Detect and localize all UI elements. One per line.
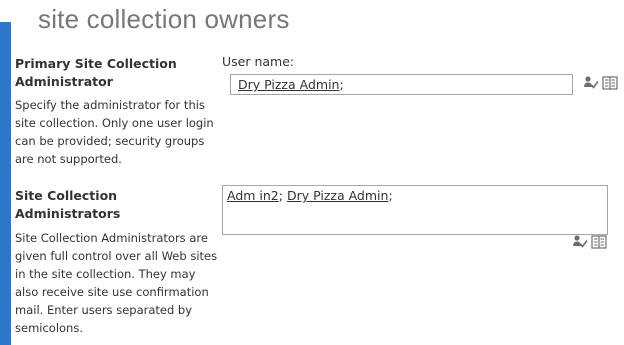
accent-bar-gap [0,0,11,22]
page-title: site collection owners [38,4,290,34]
user-name-label: User name: [222,54,295,69]
primary-admin-description: Specify the administrator for this site … [15,98,214,166]
primary-admin-title: Primary Site Collection Administrator [15,56,177,89]
entity-separator: ; [339,77,344,92]
check-names-icon[interactable] [572,234,588,250]
resolved-user[interactable]: Adm in2 [227,188,279,203]
site-collection-admins-people-picker[interactable]: Adm in2; Dry Pizza Admin; [222,185,608,235]
site-collection-admins-title: Site Collection Administrators [15,188,121,221]
entity-separator: ; [278,188,283,203]
check-names-icon[interactable] [583,75,599,91]
resolved-user[interactable]: Dry Pizza Admin [287,188,388,203]
address-book-icon[interactable] [602,75,618,91]
primary-admin-people-picker[interactable]: Dry Pizza Admin; [230,74,573,95]
address-book-icon[interactable] [591,234,607,250]
entity-separator: ; [388,188,393,203]
left-accent-bar [0,0,11,345]
resolved-user[interactable]: Dry Pizza Admin [238,77,339,92]
site-collection-admins-description: Site Collection Administrators are given… [15,231,218,335]
